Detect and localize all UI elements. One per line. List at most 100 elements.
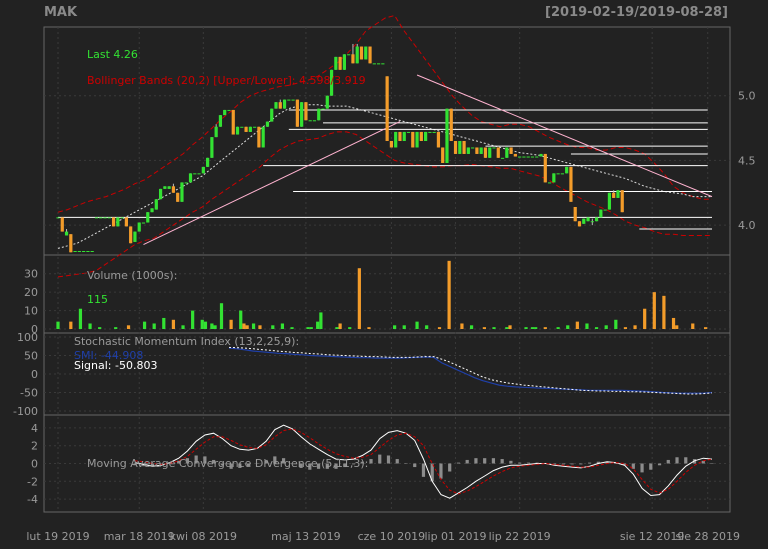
macd-y-tick-label: 0	[31, 458, 38, 471]
bollinger-label: Bollinger Bands (20,2) [Upper/Lower]: 4.…	[87, 74, 366, 87]
candle-body	[475, 147, 479, 154]
candle-body	[69, 234, 73, 253]
candle-body	[509, 147, 513, 154]
candle-body	[334, 56, 338, 70]
candle-body	[500, 157, 505, 159]
candle-body	[347, 54, 351, 56]
smi-line	[228, 347, 713, 394]
candle-body	[231, 109, 235, 135]
candle-body	[291, 99, 295, 101]
candle-body	[385, 76, 389, 141]
candle-body	[612, 192, 616, 198]
volume-bar	[245, 325, 249, 329]
candle-body	[86, 251, 90, 252]
candle-body	[547, 182, 552, 184]
x-tick-label: lip 01 2019	[424, 530, 486, 543]
volume-bar	[505, 327, 509, 329]
volume-bar	[280, 323, 285, 329]
candle-body	[94, 217, 99, 219]
candle-body	[99, 217, 103, 219]
candle-body	[462, 141, 466, 154]
candle-body	[325, 95, 329, 109]
volume-bar	[585, 323, 589, 329]
candle-body	[513, 153, 517, 157]
candle-body	[137, 222, 141, 232]
volume-bar	[56, 321, 60, 329]
candle-body	[590, 221, 594, 223]
candle-body	[376, 63, 381, 65]
volume-bar	[335, 327, 339, 329]
candle-body	[488, 147, 492, 158]
macd-hist-bar	[413, 463, 417, 468]
smi-y-tick-label: -50	[20, 387, 38, 400]
candle-body	[312, 120, 317, 122]
candle-body	[103, 217, 107, 219]
candle-body	[270, 108, 274, 122]
candle-body	[479, 147, 483, 154]
x-tick-label: kwi 08 2019	[170, 530, 237, 543]
volume-bar	[309, 327, 313, 329]
candle-body	[620, 190, 624, 213]
candle-body	[415, 131, 419, 148]
volume-bar	[534, 327, 538, 329]
candle-body	[351, 54, 355, 64]
candle-body	[107, 217, 111, 219]
price-y-tick-label: 5.0	[738, 90, 756, 103]
candle-body	[129, 226, 133, 244]
volume-bar	[530, 327, 535, 329]
volume-bar	[191, 310, 195, 329]
macd-hist-bar	[684, 457, 688, 464]
volume-bar	[271, 325, 275, 329]
candle-body	[436, 131, 441, 148]
candle-body	[154, 199, 158, 210]
candle-body	[274, 102, 278, 109]
volume-bar	[671, 317, 676, 329]
macd-hist-bar	[518, 462, 522, 464]
candle-body	[594, 217, 599, 222]
candle-body	[586, 217, 590, 222]
volume-bar	[482, 327, 486, 329]
candle-body	[150, 208, 154, 213]
macd-hist-bar	[439, 463, 443, 479]
candle-body	[389, 141, 394, 148]
candle-body	[518, 156, 522, 158]
candle-body	[124, 217, 128, 227]
x-tick-label: lut 19 2019	[26, 530, 89, 543]
candle-body	[223, 109, 227, 116]
volume-label: Volume (1000s):	[87, 269, 177, 282]
volume-bar	[469, 325, 474, 329]
candle-body	[492, 147, 496, 149]
candle-body	[394, 131, 398, 148]
candle-body	[428, 131, 432, 133]
candle-body	[197, 173, 201, 175]
volume-bar	[367, 327, 371, 329]
candle-body	[483, 147, 488, 158]
macd-hist-bar	[509, 460, 513, 464]
smi-y-tick-label: 100	[17, 331, 38, 344]
volume-bar	[508, 325, 512, 329]
volume-y-tick-label: 20	[24, 286, 38, 299]
volume-bar	[306, 327, 310, 329]
candle-body	[535, 156, 539, 158]
volume-bar	[524, 327, 528, 329]
volume-bar	[643, 308, 647, 329]
volume-bar	[181, 325, 185, 329]
price-y-tick-label: 4.5	[738, 154, 756, 167]
volume-bar	[316, 321, 320, 329]
candle-body	[317, 108, 321, 121]
volume-bar	[662, 295, 666, 329]
volume-bar	[460, 323, 464, 329]
panel-frame-volume	[43, 254, 731, 334]
bb-mid-line	[57, 104, 712, 249]
candle-body	[193, 173, 197, 175]
candle-body	[176, 192, 180, 202]
macd-hist-bar	[579, 463, 583, 465]
candle-body	[398, 131, 402, 141]
smi-y-tick-label: 50	[24, 350, 38, 363]
volume-bar	[437, 327, 442, 329]
candle-body	[359, 46, 364, 60]
candle-body	[257, 126, 261, 148]
macd-y-tick-label: 4	[31, 422, 38, 435]
trend-line	[416, 74, 713, 198]
macd-hist-bar	[456, 462, 461, 464]
